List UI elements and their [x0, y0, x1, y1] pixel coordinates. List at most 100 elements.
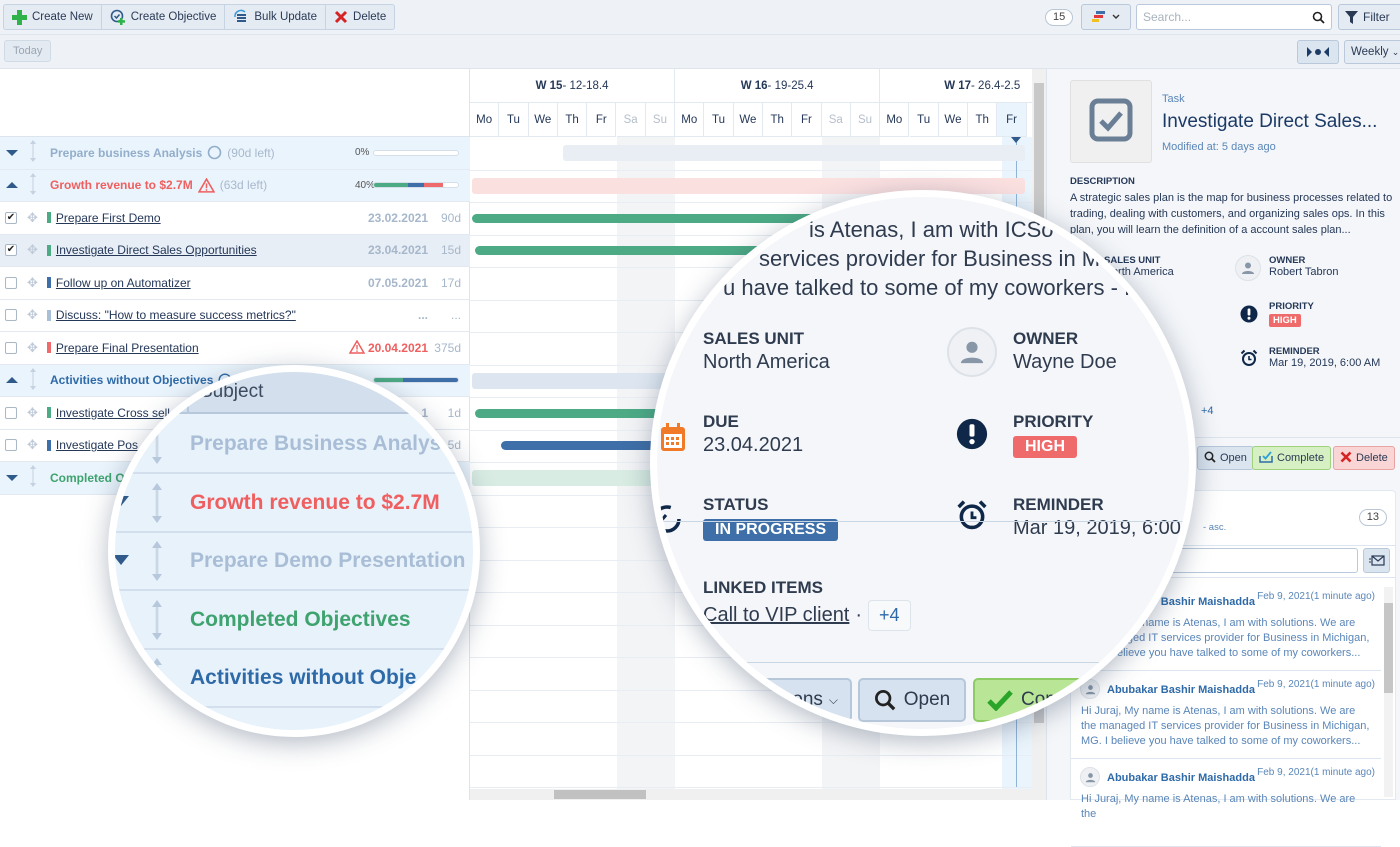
row-checkbox[interactable]: ✔ — [5, 211, 17, 224]
status-color-marker — [46, 439, 51, 451]
move-handle-icon[interactable]: ✥ — [27, 340, 38, 356]
message-author[interactable]: Abubakar Bashir Maishadda — [1107, 772, 1255, 784]
lens-reminder: REMINDER Mar 19, 2019, 6:00 — [1013, 495, 1181, 540]
reorder-handle-icon[interactable] — [28, 172, 38, 198]
day-header: Sa — [616, 103, 646, 137]
warning-icon — [348, 339, 366, 354]
linked-items-more[interactable]: +4 — [1201, 405, 1214, 417]
search-icon[interactable] — [1312, 11, 1325, 24]
reorder-handle-icon[interactable] — [28, 465, 38, 490]
gantt-row-line — [470, 787, 1032, 788]
gantt-bar[interactable] — [562, 145, 1025, 162]
expand-caret-icon[interactable] — [6, 149, 18, 157]
row-checkbox[interactable] — [5, 341, 17, 354]
horizontal-scrollbar[interactable] — [470, 789, 1032, 800]
lens-open-button[interactable]: Open — [858, 678, 966, 722]
message-time: Feb 9, 2021(1 minute ago) — [1257, 591, 1375, 602]
task-name-link[interactable]: Discuss: "How to measure success metrics… — [56, 308, 296, 322]
status-color-marker — [46, 309, 51, 321]
task-name-link[interactable]: Follow up on Automatizer — [56, 276, 191, 290]
lens-owner-avatar — [947, 327, 997, 377]
row-checkbox[interactable] — [5, 439, 17, 452]
hscroll-thumb[interactable] — [554, 790, 646, 799]
task-name-link[interactable]: Prepare First Demo — [56, 211, 161, 225]
move-handle-icon[interactable]: ✥ — [27, 210, 38, 226]
timescale-dropdown[interactable]: Weekly ⌄ — [1344, 40, 1400, 64]
day-header: Fr — [587, 103, 617, 137]
view-type-dropdown[interactable] — [1081, 4, 1131, 30]
row-checkbox[interactable]: ✔ — [5, 244, 17, 257]
task-due-date: 07.05.2021 — [368, 276, 428, 290]
task-row[interactable]: ✥ Prepare Final Presentation 20.04.2021 375… — [0, 332, 470, 365]
owner-label: OWNER — [1269, 255, 1306, 266]
lens-due-value: 23.04.2021 — [703, 434, 804, 456]
group-title[interactable]: Growth revenue to $2.7M — [50, 178, 193, 192]
message-item[interactable]: Abubakar Bashir Maishadda Feb 9, 2021(1 m… — [1071, 759, 1381, 847]
day-header: Mo — [675, 103, 705, 137]
reorder-handle-icon[interactable] — [28, 140, 38, 165]
timescale-value: Weekly — [1351, 46, 1389, 58]
row-checkbox[interactable] — [5, 406, 17, 419]
lens-objective-row: Prepare Business Analysis — [115, 416, 473, 474]
expand-caret-icon[interactable] — [6, 474, 18, 482]
delete-button[interactable]: Delete — [326, 5, 394, 29]
search-input[interactable] — [1143, 10, 1303, 24]
task-row[interactable]: ✥ Discuss: "How to measure success metric… — [0, 300, 470, 332]
toolbar: Create New Create Objective Bulk Update … — [0, 0, 1400, 35]
lens-actions-label: ons — [792, 689, 823, 710]
group-row[interactable]: Growth revenue to $2.7M (63d left) 40% — [0, 169, 470, 202]
progress-segment-green — [374, 183, 408, 188]
linked-item-link[interactable]: Call to VIP client — [703, 604, 849, 627]
group-row[interactable]: Prepare business Analysis (90d left) 0% — [0, 137, 470, 170]
collapse-caret-icon[interactable] — [6, 181, 18, 189]
delete-record-button[interactable]: Delete — [1333, 446, 1395, 470]
chevron-down-icon: ⌵ — [828, 692, 838, 707]
move-handle-icon[interactable]: ✥ — [27, 242, 38, 258]
send-message-button[interactable] — [1363, 548, 1390, 573]
progress-segment-red — [424, 183, 443, 188]
task-row[interactable]: ✥ Follow up on Automatizer 07.05.2021 17d — [0, 267, 470, 300]
task-due-date: 23.02.2021 — [368, 211, 428, 225]
expand-caret-icon — [115, 554, 129, 569]
reorder-handle-icon[interactable] — [28, 367, 38, 393]
open-button[interactable]: Open — [1197, 446, 1254, 470]
filter-button[interactable]: Filter — [1338, 4, 1400, 30]
task-name-link[interactable]: Investigate Direct Sales Opportunities — [56, 243, 257, 257]
magnifier-icon — [874, 690, 896, 711]
task-duration: 17d — [440, 275, 461, 290]
task-name-link[interactable]: Prepare Final Presentation — [56, 341, 199, 355]
messages-scrollbar[interactable] — [1384, 587, 1393, 797]
message-item[interactable]: Abubakar Bashir Maishadda Feb 9, 2021(1 m… — [1071, 671, 1381, 759]
move-handle-icon[interactable]: ✥ — [27, 307, 38, 323]
message-time: Feb 9, 2021(1 minute ago) — [1257, 679, 1375, 690]
linked-more-button[interactable]: +4 — [868, 600, 911, 631]
move-handle-icon[interactable]: ✥ — [27, 437, 38, 453]
group-title[interactable]: Prepare business Analysis — [50, 146, 202, 160]
lens-due: DUE 23.04.2021 — [703, 412, 803, 457]
task-row[interactable]: ✔ ✥ Prepare First Demo 23.02.2021 90d — [0, 202, 470, 235]
lens-complete-button[interactable]: Com — [973, 678, 1113, 722]
complete-button[interactable]: Complete — [1252, 446, 1332, 470]
lens-due-label: DUE — [703, 412, 739, 431]
message-author[interactable]: Abubakar Bashir Maishadda — [1107, 684, 1255, 696]
fit-to-screen-button[interactable] — [1297, 40, 1339, 64]
move-handle-icon[interactable]: ✥ — [27, 405, 38, 421]
create-objective-button[interactable]: Create Objective — [102, 5, 226, 29]
lens-actions-dropdown[interactable]: ons ⌵ — [717, 678, 852, 722]
move-handle-icon[interactable]: ✥ — [27, 275, 38, 291]
collapse-caret-icon[interactable] — [6, 376, 18, 384]
row-checkbox[interactable] — [5, 309, 17, 322]
create-new-button[interactable]: Create New — [4, 5, 102, 29]
messages-scroll-thumb[interactable] — [1384, 603, 1393, 693]
sort-order-label[interactable]: - asc. — [1203, 522, 1226, 533]
today-button[interactable]: Today — [4, 40, 52, 62]
user-icon — [960, 341, 984, 364]
task-duration: ... — [450, 308, 461, 323]
bulk-update-button[interactable]: Bulk Update — [225, 5, 327, 29]
magnifier-lens-subject: Subject Prepare Business Analysis Growth … — [108, 365, 480, 737]
status-color-marker — [46, 244, 51, 256]
create-objective-icon — [110, 9, 126, 25]
week-header: W 17 - 26.4-2.5 — [880, 69, 1032, 103]
row-checkbox[interactable] — [5, 276, 17, 289]
task-row[interactable]: ✔ ✥ Investigate Direct Sales Opportunities… — [0, 234, 470, 267]
